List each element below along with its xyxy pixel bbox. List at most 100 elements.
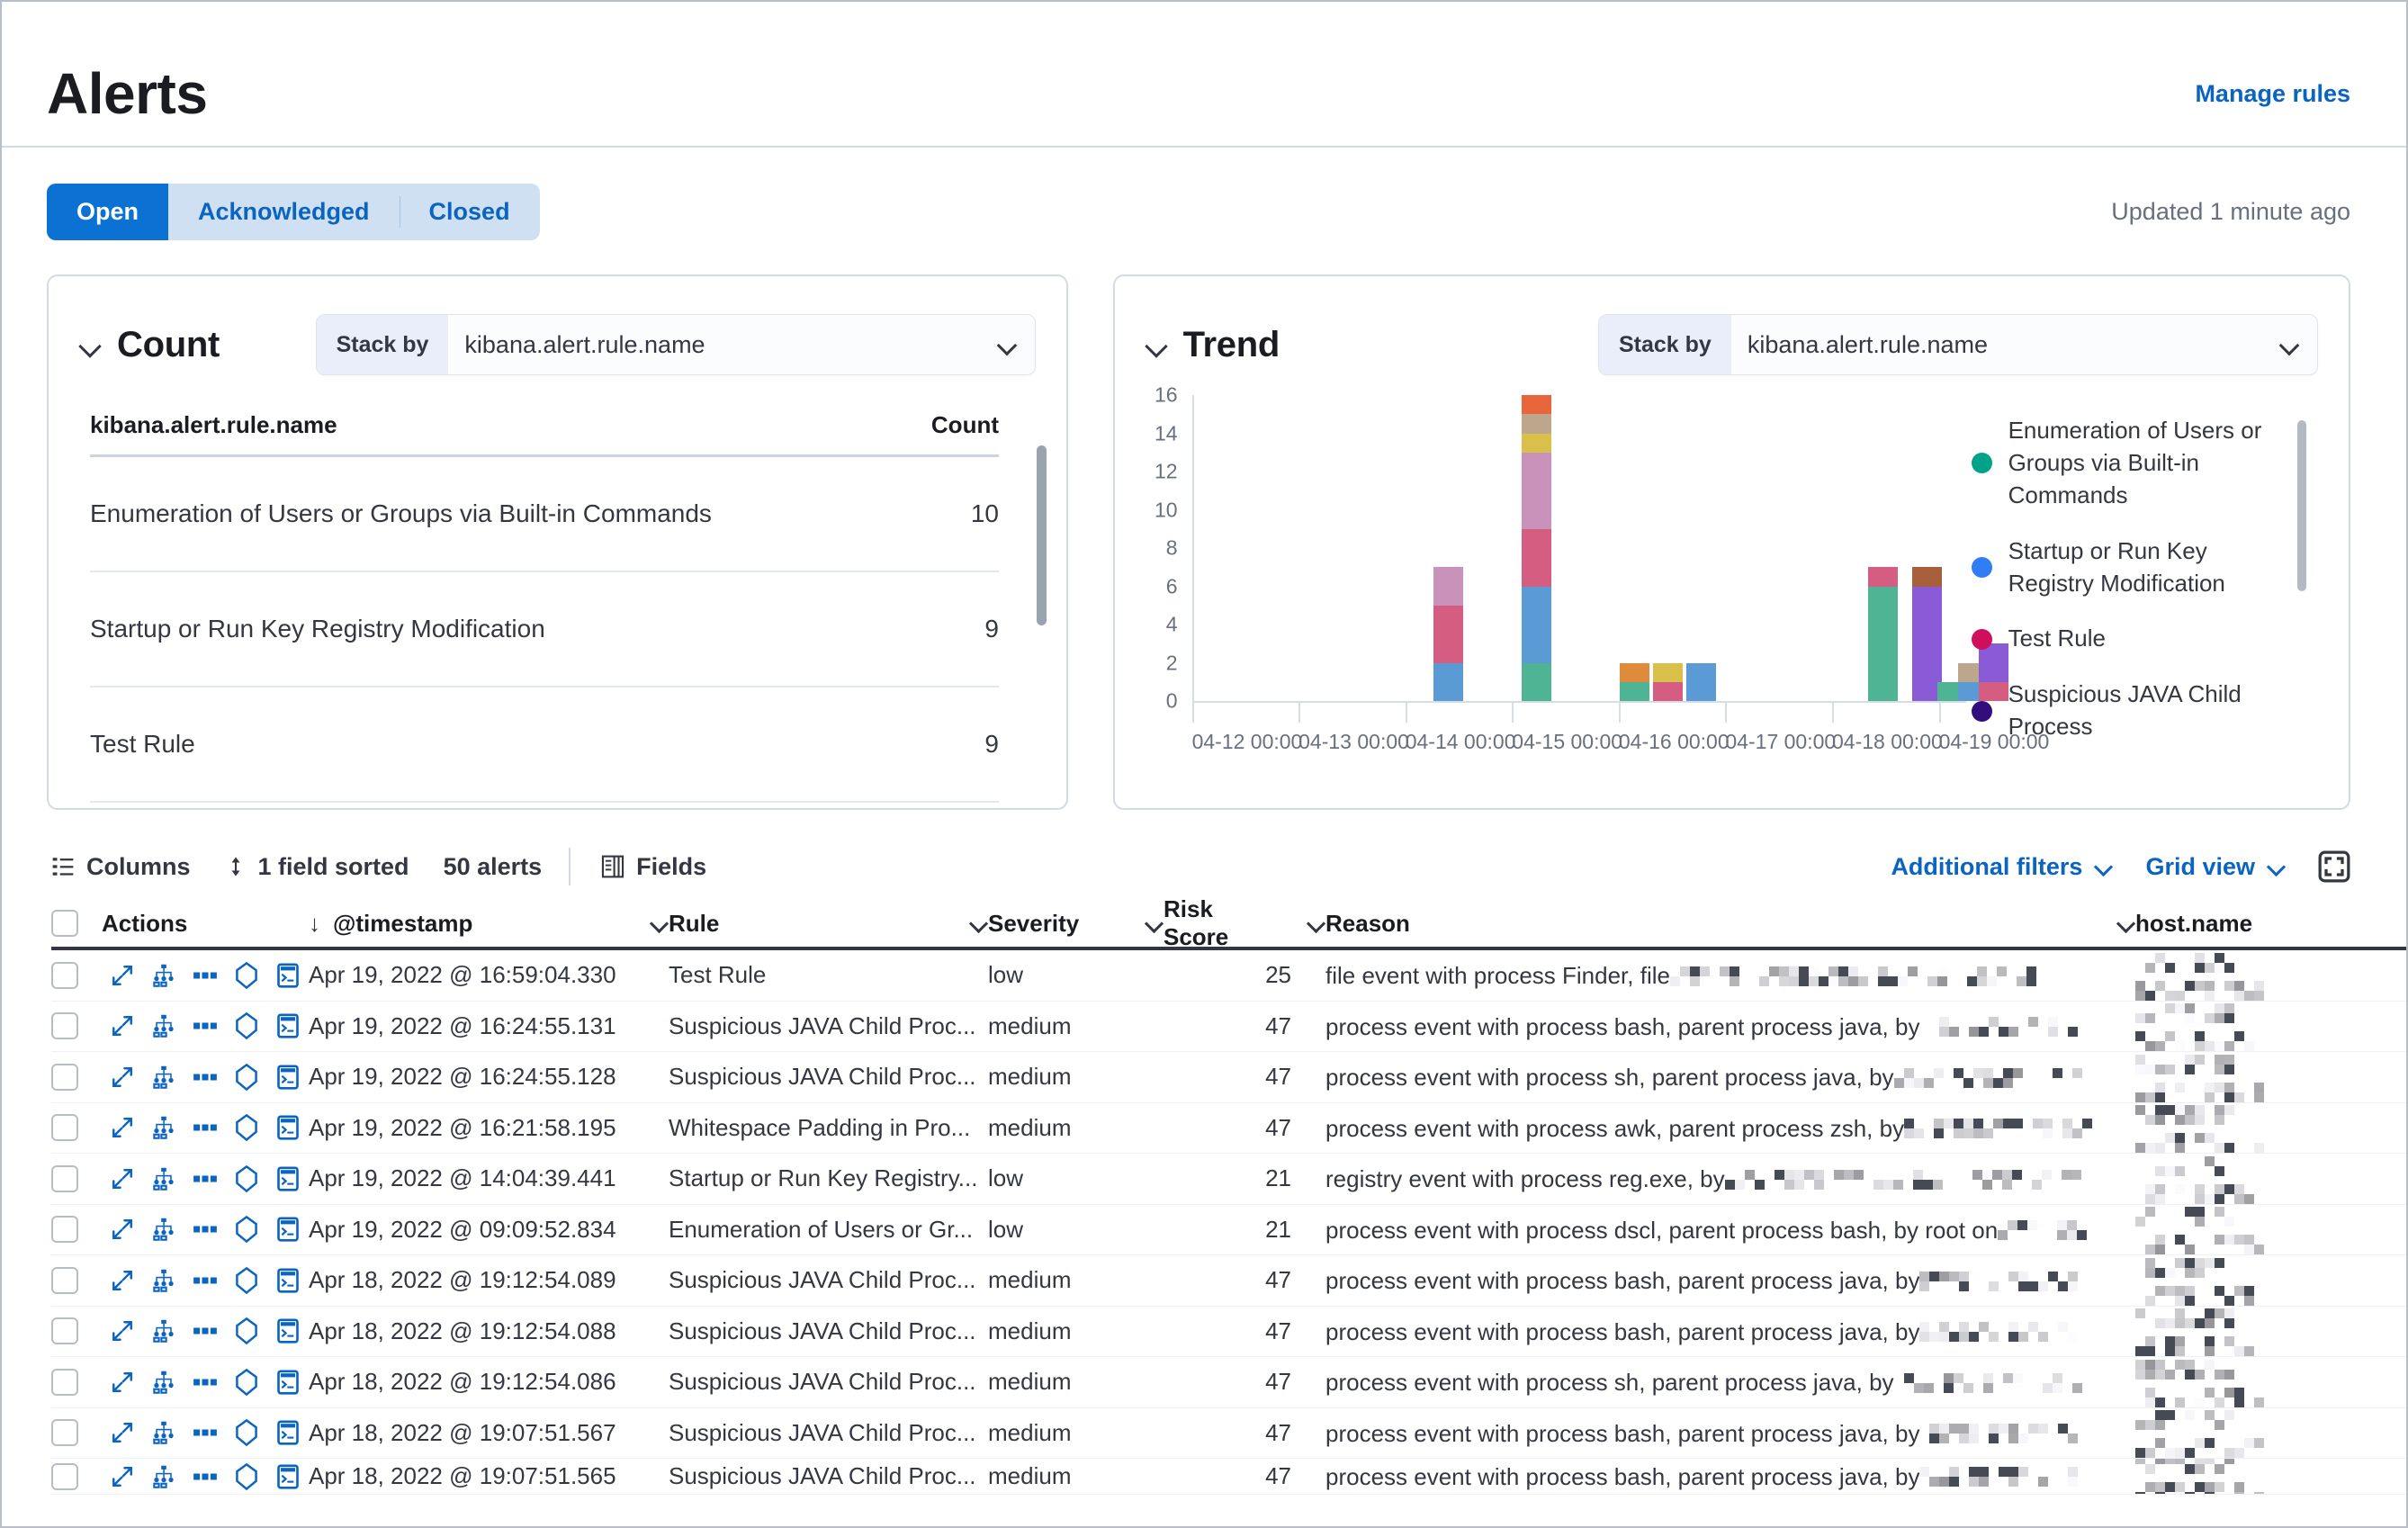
expand-icon[interactable] bbox=[102, 1159, 143, 1199]
analyzer-icon[interactable] bbox=[143, 1459, 184, 1494]
select-all-checkbox[interactable] bbox=[51, 910, 78, 937]
session-view-icon[interactable] bbox=[226, 1006, 267, 1046]
expand-icon[interactable] bbox=[102, 1006, 143, 1046]
fullscreen-button[interactable] bbox=[2318, 850, 2350, 883]
chevron-down-icon[interactable] bbox=[651, 914, 669, 932]
analyzer-icon[interactable] bbox=[143, 1057, 184, 1097]
session-view-icon[interactable] bbox=[226, 1311, 267, 1351]
tab-acknowledged[interactable]: Acknowledged bbox=[168, 184, 400, 240]
table-row[interactable]: Apr 18, 2022 @ 19:12:54.089 Suspicious JA… bbox=[51, 1255, 2406, 1307]
table-row[interactable]: Apr 18, 2022 @ 19:07:51.565 Suspicious JA… bbox=[51, 1459, 2406, 1495]
columns-button[interactable]: Columns bbox=[51, 853, 191, 881]
trend-stack-by-select[interactable]: Stack by kibana.alert.rule.name bbox=[1598, 314, 2318, 375]
session-view-icon[interactable] bbox=[226, 1209, 267, 1249]
row-select-checkbox[interactable] bbox=[51, 961, 78, 989]
row-select-checkbox[interactable] bbox=[51, 1317, 78, 1345]
chevron-down-icon[interactable] bbox=[1307, 914, 1325, 932]
expand-icon[interactable] bbox=[102, 1057, 143, 1097]
table-row[interactable]: Apr 19, 2022 @ 16:24:55.128 Suspicious JA… bbox=[51, 1052, 2406, 1103]
expand-icon[interactable] bbox=[102, 1459, 143, 1494]
expand-icon[interactable] bbox=[102, 1108, 143, 1147]
chart-bar[interactable] bbox=[1522, 395, 1552, 701]
chart-bar[interactable] bbox=[1653, 662, 1684, 701]
terminal-icon[interactable] bbox=[267, 1459, 309, 1494]
more-actions-icon[interactable] bbox=[184, 1057, 226, 1097]
chevron-down-icon[interactable] bbox=[1146, 333, 1169, 356]
expand-icon[interactable] bbox=[102, 1311, 143, 1351]
analyzer-icon[interactable] bbox=[143, 1209, 184, 1249]
chart-bar[interactable] bbox=[1867, 567, 1898, 701]
analyzer-icon[interactable] bbox=[143, 1362, 184, 1402]
expand-icon[interactable] bbox=[102, 1413, 143, 1452]
session-view-icon[interactable] bbox=[226, 956, 267, 995]
table-row[interactable]: Apr 19, 2022 @ 14:04:39.441 Startup or Ru… bbox=[51, 1154, 2406, 1205]
terminal-icon[interactable] bbox=[267, 1159, 309, 1199]
chart-bar[interactable] bbox=[1433, 567, 1463, 701]
analyzer-icon[interactable] bbox=[143, 1413, 184, 1452]
analyzer-icon[interactable] bbox=[143, 1108, 184, 1147]
terminal-icon[interactable] bbox=[267, 1311, 309, 1351]
legend-item[interactable]: Enumeration of Users or Groups via Built… bbox=[1971, 415, 2326, 512]
additional-filters-button[interactable]: Additional filters bbox=[1891, 853, 2113, 881]
count-stack-by-select[interactable]: Stack by kibana.alert.rule.name bbox=[315, 314, 1036, 375]
more-actions-icon[interactable] bbox=[184, 956, 226, 995]
expand-icon[interactable] bbox=[102, 1261, 143, 1300]
session-view-icon[interactable] bbox=[226, 1159, 267, 1199]
more-actions-icon[interactable] bbox=[184, 1209, 226, 1249]
terminal-icon[interactable] bbox=[267, 1413, 309, 1452]
table-row[interactable]: Startup or Run Key Registry Modification… bbox=[90, 572, 999, 688]
analyzer-icon[interactable] bbox=[143, 1261, 184, 1300]
terminal-icon[interactable] bbox=[267, 1362, 309, 1402]
table-row[interactable]: Apr 19, 2022 @ 09:09:52.834 Enumeration o… bbox=[51, 1205, 2406, 1255]
analyzer-icon[interactable] bbox=[143, 1311, 184, 1351]
more-actions-icon[interactable] bbox=[184, 1108, 226, 1147]
row-select-checkbox[interactable] bbox=[51, 1419, 78, 1447]
session-view-icon[interactable] bbox=[226, 1459, 267, 1494]
table-row[interactable]: Enumeration of Users or Groups via Built… bbox=[90, 457, 999, 572]
tab-closed[interactable]: Closed bbox=[399, 184, 540, 240]
grid-col-host-name[interactable]: host.name bbox=[2135, 910, 2406, 938]
grid-col-rule[interactable]: Rule bbox=[669, 910, 988, 938]
grid-col-reason[interactable]: Reason bbox=[1325, 910, 2135, 938]
analyzer-icon[interactable] bbox=[143, 1006, 184, 1046]
table-row[interactable]: Apr 19, 2022 @ 16:59:04.330 Test Rule low 2… bbox=[51, 950, 2406, 1002]
row-select-checkbox[interactable] bbox=[51, 1462, 78, 1490]
more-actions-icon[interactable] bbox=[184, 1261, 226, 1300]
table-row[interactable]: Apr 18, 2022 @ 19:07:51.567 Suspicious JA… bbox=[51, 1408, 2406, 1459]
row-select-checkbox[interactable] bbox=[51, 1012, 78, 1040]
more-actions-icon[interactable] bbox=[184, 1159, 226, 1199]
grid-view-button[interactable]: Grid view bbox=[2145, 853, 2286, 881]
tab-open[interactable]: Open bbox=[47, 184, 169, 240]
more-actions-icon[interactable] bbox=[184, 1413, 226, 1452]
fields-button[interactable]: Fields bbox=[601, 853, 706, 881]
row-select-checkbox[interactable] bbox=[51, 1164, 78, 1192]
table-row[interactable]: Apr 19, 2022 @ 16:24:55.131 Suspicious JA… bbox=[51, 1002, 2406, 1052]
chevron-down-icon[interactable] bbox=[1146, 914, 1164, 932]
table-row[interactable]: Apr 18, 2022 @ 19:12:54.088 Suspicious JA… bbox=[51, 1307, 2406, 1357]
grid-col-risk-score[interactable]: Risk Score bbox=[1164, 895, 1325, 951]
count-stack-by-value[interactable]: kibana.alert.rule.name bbox=[448, 315, 1035, 374]
legend-item[interactable]: Test Rule bbox=[1971, 623, 2326, 655]
trend-stack-by-value[interactable]: kibana.alert.rule.name bbox=[1730, 315, 2317, 374]
more-actions-icon[interactable] bbox=[184, 1006, 226, 1046]
chart-bar[interactable] bbox=[1685, 662, 1716, 701]
row-select-checkbox[interactable] bbox=[51, 1063, 78, 1091]
count-table-scrollbar[interactable] bbox=[1036, 445, 1047, 625]
chevron-down-icon[interactable] bbox=[2117, 914, 2135, 932]
session-view-icon[interactable] bbox=[226, 1108, 267, 1147]
analyzer-icon[interactable] bbox=[143, 1159, 184, 1199]
terminal-icon[interactable] bbox=[267, 1108, 309, 1147]
table-row[interactable]: Apr 18, 2022 @ 19:12:54.086 Suspicious JA… bbox=[51, 1357, 2406, 1408]
legend-item[interactable]: Startup or Run Key Registry Modification bbox=[1971, 535, 2326, 600]
sort-fields-button[interactable]: 1 field sorted bbox=[225, 853, 409, 881]
table-row[interactable]: Test Rule 9 bbox=[90, 688, 999, 803]
session-view-icon[interactable] bbox=[226, 1362, 267, 1402]
chevron-down-icon[interactable] bbox=[970, 914, 988, 932]
manage-rules-link[interactable]: Manage rules bbox=[2195, 80, 2350, 108]
session-view-icon[interactable] bbox=[226, 1261, 267, 1300]
expand-icon[interactable] bbox=[102, 956, 143, 995]
row-select-checkbox[interactable] bbox=[51, 1266, 78, 1294]
legend-item[interactable]: Suspicious JAVA Child Process bbox=[1971, 679, 2326, 743]
more-actions-icon[interactable] bbox=[184, 1362, 226, 1402]
terminal-icon[interactable] bbox=[267, 956, 309, 995]
